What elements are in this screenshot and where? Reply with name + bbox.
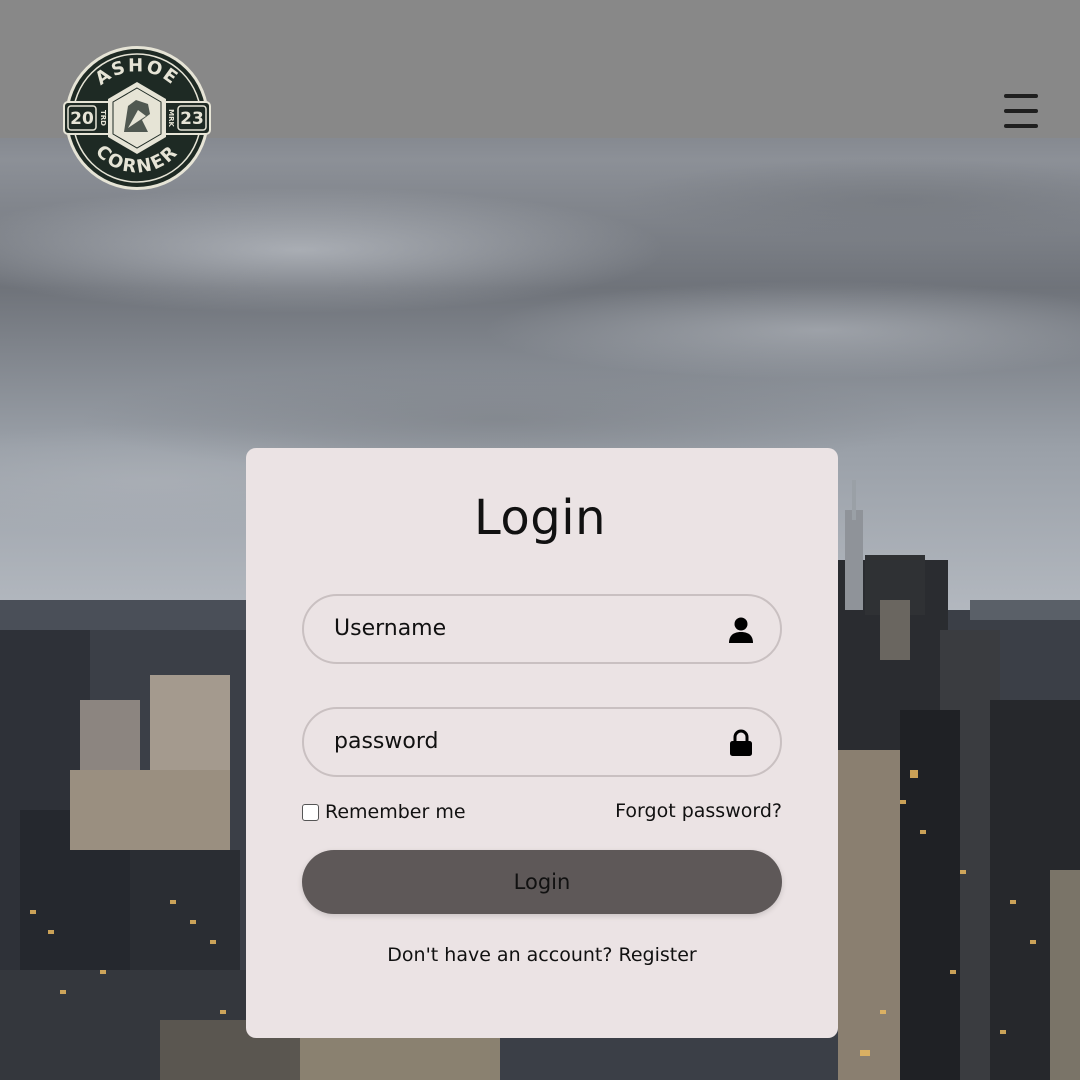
svg-text:MRK: MRK <box>167 109 175 127</box>
register-prompt: Don't have an account? Register <box>246 944 838 966</box>
remember-me: Remember me <box>302 800 466 824</box>
ashoe-corner-logo[interactable]: 20 23 TRD MRK ASHOE CORNER <box>58 44 216 192</box>
menu-bar <box>1004 124 1038 128</box>
username-input[interactable]: Username <box>302 594 782 664</box>
forgot-password-link[interactable]: Forgot password? <box>615 800 782 822</box>
hamburger-menu-icon[interactable] <box>1000 92 1042 130</box>
user-icon <box>729 617 753 643</box>
svg-text:TRD: TRD <box>99 110 107 126</box>
register-link[interactable]: Register <box>618 944 696 966</box>
menu-bar <box>1004 109 1038 113</box>
login-button[interactable]: Login <box>302 850 782 914</box>
remember-me-checkbox[interactable] <box>302 803 319 821</box>
username-value: Username <box>334 616 447 641</box>
top-header: 20 23 TRD MRK ASHOE CORNER <box>0 0 1080 190</box>
password-value: password <box>334 729 439 754</box>
password-input[interactable]: password <box>302 707 782 777</box>
lock-icon <box>730 729 752 756</box>
svg-text:23: 23 <box>180 109 204 129</box>
login-title: Login <box>474 490 606 546</box>
remember-me-label[interactable]: Remember me <box>325 801 466 823</box>
svg-text:20: 20 <box>70 109 94 129</box>
register-prompt-text: Don't have an account? <box>387 944 613 966</box>
menu-bar <box>1004 94 1038 98</box>
